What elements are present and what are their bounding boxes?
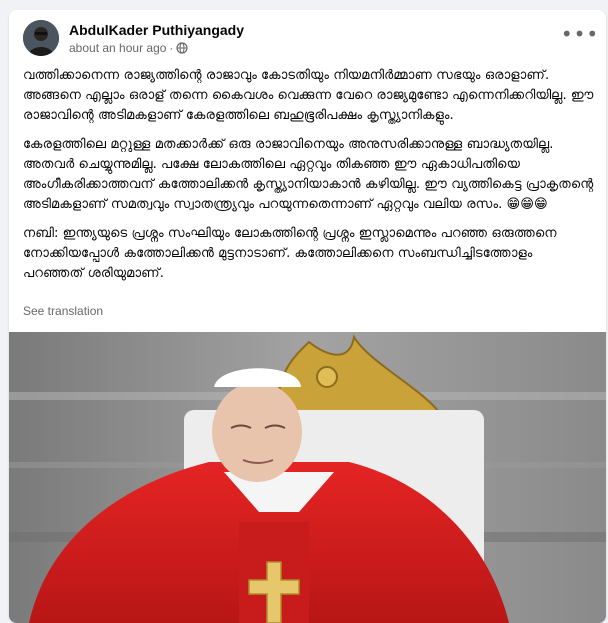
author-name[interactable]: AbdulKader Puthiyangady: [69, 22, 244, 38]
more-options-icon[interactable]: •••: [561, 20, 598, 48]
post-paragraph: വത്തിക്കാനെന്ന രാജ്യത്തിന്റെ രാജാവും കോട…: [23, 68, 594, 123]
see-translation-link[interactable]: See translation: [23, 304, 103, 318]
post-header: AbdulKader Puthiyangady about an hour ag…: [23, 20, 598, 60]
post-photo[interactable]: [9, 332, 606, 623]
author-avatar[interactable]: [23, 20, 59, 56]
post-text: വത്തിക്കാനെന്ന രാജ്യത്തിന്റെ രാജാവും കോട…: [23, 66, 595, 293]
post-paragraph: കേരളത്തിലെ മറ്റുള്ള മതക്കാർക്ക് ഒരു രാജാ…: [23, 137, 594, 212]
photo-illustration: [9, 332, 606, 623]
post-meta: about an hour ago ·: [69, 41, 189, 55]
post-timestamp[interactable]: about an hour ago: [69, 41, 166, 55]
globe-icon[interactable]: [176, 42, 189, 54]
head: [212, 382, 302, 482]
post-card: AbdulKader Puthiyangady about an hour ag…: [9, 10, 606, 623]
meta-separator: ·: [169, 41, 174, 55]
avatar-photo: [23, 20, 59, 56]
post-paragraph: നബി: ഇന്ത്യയുടെ പ്രശ്നം സംഘിയും ലോകത്തിന…: [23, 226, 557, 281]
